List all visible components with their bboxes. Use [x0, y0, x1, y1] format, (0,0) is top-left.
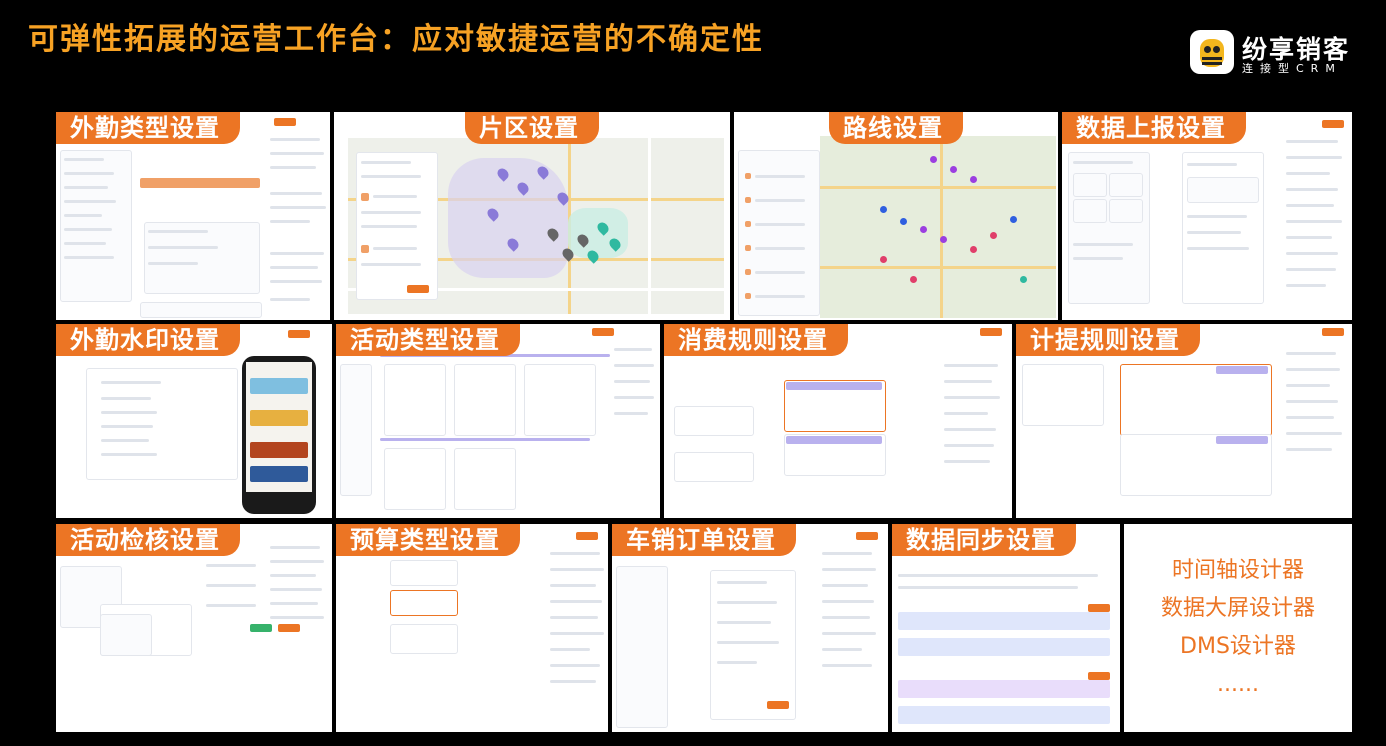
tile-data-report[interactable]: 数据上报设置	[1062, 112, 1352, 320]
brand-subtitle: 连接型CRM	[1242, 62, 1342, 75]
tile-route[interactable]: 路线设置	[734, 112, 1058, 320]
tile-label: 车销订单设置	[612, 524, 796, 556]
tile-label: 消费规则设置	[664, 324, 848, 356]
list-item: 数据大屏设计器	[1160, 596, 1315, 621]
tile-watermark[interactable]: 外勤水印设置	[56, 324, 332, 518]
tile-activity-type[interactable]: 活动类型设置	[336, 324, 660, 518]
tile-label: 预算类型设置	[336, 524, 520, 556]
tile-activity-check[interactable]: 活动检核设置	[56, 524, 332, 732]
more-designers-panel: 时间轴设计器 数据大屏设计器 DMS设计器 ......	[1124, 524, 1352, 732]
tile-label: 外勤类型设置	[56, 112, 240, 144]
tile-area[interactable]: 片区设置	[334, 112, 730, 320]
tile-consume-rule[interactable]: 消费规则设置	[664, 324, 1012, 518]
brand-logo: 纷享销客 连接型CRM	[1190, 30, 1370, 75]
list-ellipsis: ......	[1217, 672, 1259, 697]
tile-budget-type[interactable]: 预算类型设置	[336, 524, 608, 732]
tile-label: 路线设置	[829, 112, 963, 144]
list-item: 时间轴设计器	[1171, 558, 1304, 583]
list-item: DMS设计器	[1180, 634, 1296, 659]
tile-label: 数据上报设置	[1062, 112, 1246, 144]
tile-label: 计提规则设置	[1016, 324, 1200, 356]
tile-car-order[interactable]: 车销订单设置	[612, 524, 888, 732]
bee-icon	[1190, 30, 1234, 74]
tile-label: 片区设置	[465, 112, 599, 144]
tile-data-sync[interactable]: 数据同步设置	[892, 524, 1120, 732]
tile-label: 数据同步设置	[892, 524, 1076, 556]
tile-field-type[interactable]: 外勤类型设置	[56, 112, 330, 320]
tile-label: 活动检核设置	[56, 524, 240, 556]
page-title: 可弹性拓展的运营工作台：应对敏捷运营的不确定性	[28, 22, 764, 57]
tile-label: 活动类型设置	[336, 324, 520, 356]
tile-accrual-rule[interactable]: 计提规则设置	[1016, 324, 1352, 518]
tile-label: 外勤水印设置	[56, 324, 240, 356]
